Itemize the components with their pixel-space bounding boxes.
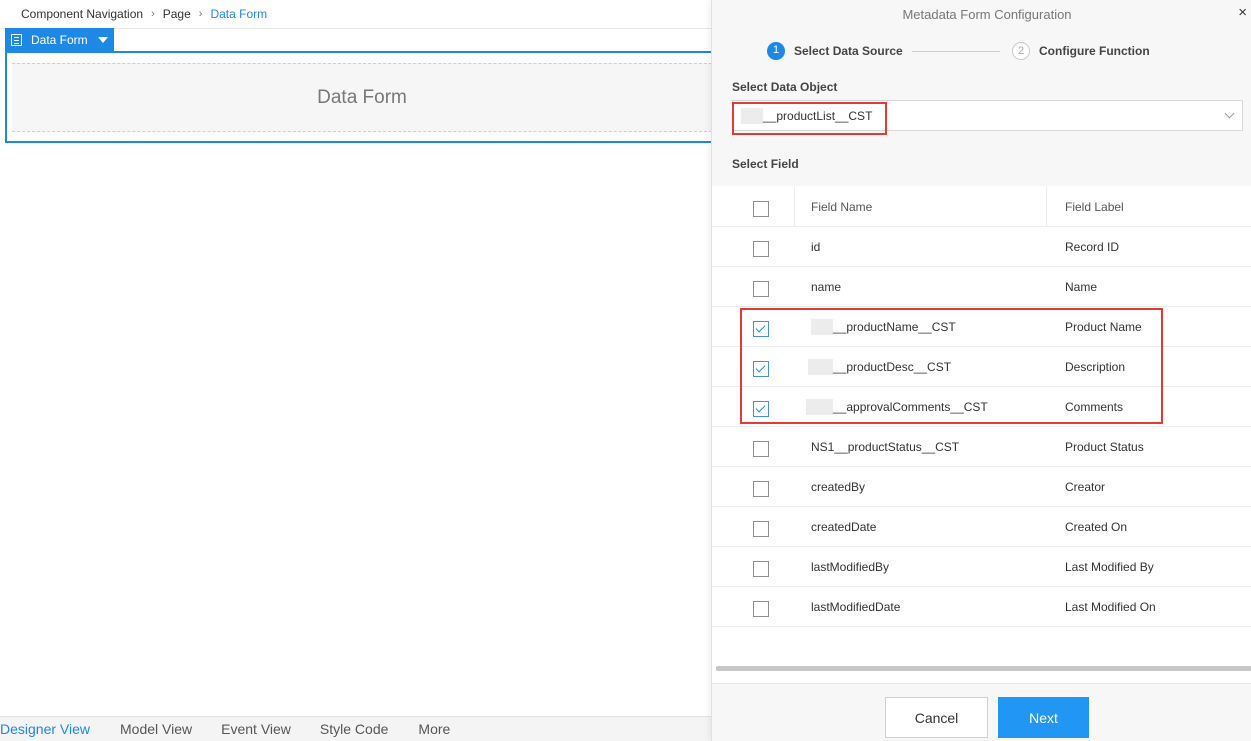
column-header-field-label: Field Label: [1065, 200, 1124, 214]
field-label: Creator: [1065, 480, 1106, 494]
cancel-button[interactable]: Cancel: [885, 697, 988, 738]
row-checkbox[interactable]: [753, 521, 769, 537]
breadcrumb-item-component-navigation[interactable]: Component Navigation: [21, 7, 143, 21]
breadcrumb-current: Data Form: [210, 7, 268, 21]
step-connector: [912, 51, 1000, 52]
data-form-placeholder[interactable]: Data Form: [12, 63, 712, 132]
column-header-field-name: Field Name: [811, 200, 873, 214]
field-label: Record ID: [1065, 240, 1120, 254]
table-row[interactable]: createdBy Creator: [712, 467, 1251, 507]
field-label: Last Modified On: [1065, 600, 1156, 614]
field-name: createdDate: [811, 520, 877, 534]
breadcrumb: Component Navigation › Page › Data Form: [21, 6, 267, 22]
table-row[interactable]: name Name: [712, 267, 1251, 307]
field-name: createdBy: [811, 480, 866, 494]
metadata-form-config-panel: Metadata Form Configuration × 1 Select D…: [711, 0, 1251, 741]
tab-model-view[interactable]: Model View: [120, 721, 192, 737]
horizontal-scrollbar[interactable]: [716, 666, 1251, 671]
row-checkbox[interactable]: [753, 441, 769, 457]
field-name: id: [811, 240, 821, 254]
field-label: Product Status: [1065, 440, 1144, 454]
field-name: NS1__productStatus__CST: [811, 440, 960, 454]
table-row[interactable]: lastModifiedDate Last Modified On: [712, 587, 1251, 627]
row-checkbox[interactable]: [753, 241, 769, 257]
tab-designer-view[interactable]: Designer View: [0, 721, 90, 737]
close-icon[interactable]: ×: [1238, 5, 1247, 21]
table-row[interactable]: lastModifiedBy Last Modified By: [712, 547, 1251, 587]
table-row[interactable]: id Record ID: [712, 227, 1251, 267]
tab-event-view[interactable]: Event View: [221, 721, 291, 737]
field-name: lastModifiedBy: [811, 560, 890, 574]
next-button[interactable]: Next: [998, 697, 1089, 738]
select-data-object-label: Select Data Object: [732, 80, 838, 94]
chevron-down-icon[interactable]: [1224, 108, 1235, 119]
table-header-row: Field Name Field Label: [712, 187, 1251, 227]
field-label: Name: [1065, 280, 1098, 294]
chevron-right-icon: ›: [151, 8, 155, 20]
component-tag[interactable]: Data Form: [5, 28, 114, 51]
document-icon: [11, 33, 22, 46]
tab-style-code[interactable]: Style Code: [320, 721, 388, 737]
select-field-label: Select Field: [732, 157, 799, 171]
field-name: name: [811, 280, 842, 294]
caret-down-icon[interactable]: [97, 36, 108, 43]
tab-more[interactable]: More: [418, 721, 450, 737]
column-divider: [794, 187, 795, 227]
component-tag-label: Data Form: [31, 32, 88, 47]
table-row[interactable]: createdDate Created On: [712, 507, 1251, 547]
row-checkbox[interactable]: [753, 281, 769, 297]
row-checkbox[interactable]: [753, 561, 769, 577]
row-checkbox[interactable]: [753, 601, 769, 617]
row-checkbox[interactable]: [753, 481, 769, 497]
step-indicator: 1 Select Data Source 2 Configure Functio…: [712, 41, 1251, 61]
step-1-number: 1: [767, 42, 785, 60]
field-name: lastModifiedDate: [811, 600, 901, 614]
field-label: Created On: [1065, 520, 1128, 534]
highlight-box-selected-fields: [740, 308, 1163, 424]
bottom-tab-bar: Designer View Model View Event View Styl…: [0, 716, 712, 741]
step-2-label: Configure Function: [1039, 44, 1150, 58]
field-label: Last Modified By: [1065, 560, 1154, 574]
panel-header: Metadata Form Configuration × 1 Select D…: [712, 0, 1251, 186]
step-1-label: Select Data Source: [794, 44, 903, 58]
chevron-right-icon: ›: [198, 8, 203, 20]
panel-footer: Cancel Next: [712, 683, 1251, 741]
column-divider: [1046, 187, 1047, 227]
table-row[interactable]: NS1__productStatus__CST Product Status: [712, 427, 1251, 467]
panel-title: Metadata Form Configuration: [902, 7, 1072, 22]
highlight-box-data-object: [732, 102, 887, 135]
select-all-checkbox[interactable]: [753, 201, 769, 217]
breadcrumb-item-page[interactable]: Page: [163, 7, 191, 21]
step-2-number: 2: [1012, 42, 1030, 60]
